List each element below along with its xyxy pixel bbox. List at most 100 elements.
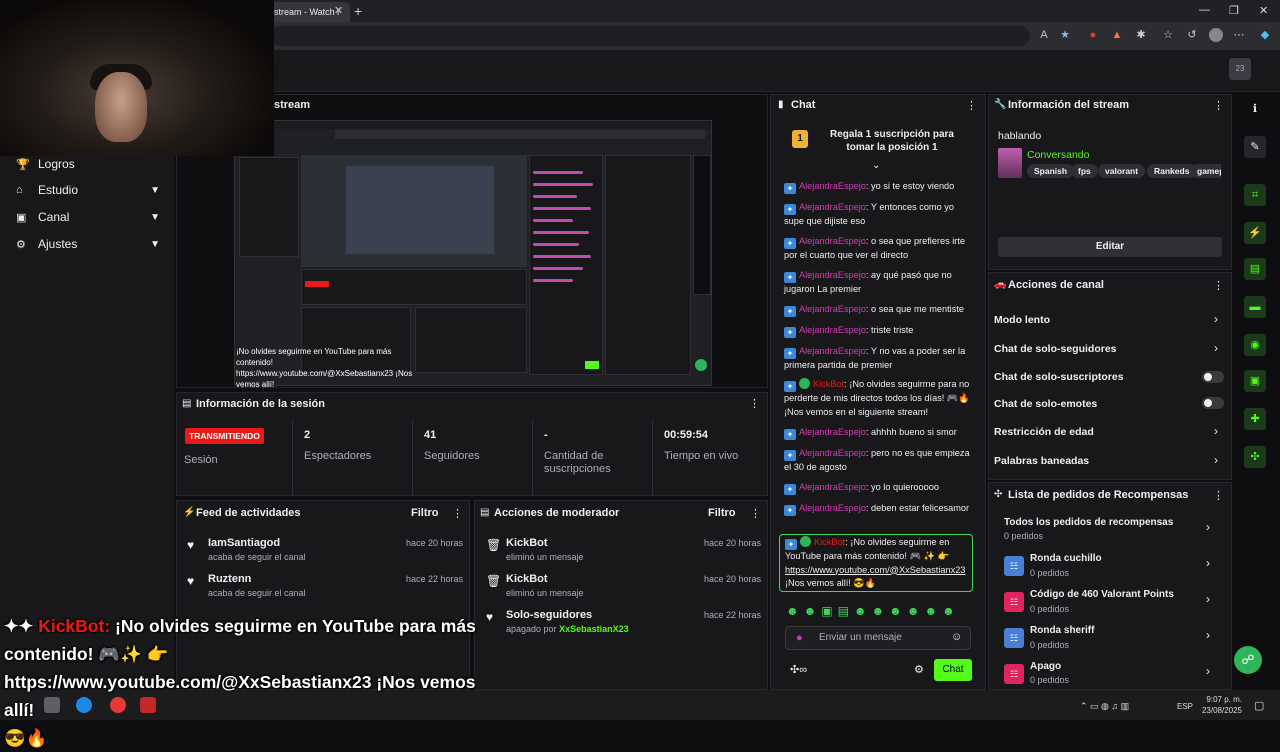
rewards-icon[interactable]: ✣ bbox=[1244, 446, 1266, 468]
app-icon[interactable] bbox=[140, 697, 156, 713]
lightning-icon[interactable]: ⚡ bbox=[1244, 222, 1266, 244]
mod-item-name[interactable]: KickBot bbox=[506, 573, 548, 585]
chevron-right-icon[interactable]: › bbox=[1206, 628, 1210, 642]
chevron-right-icon[interactable]: › bbox=[1214, 424, 1218, 438]
history-icon[interactable]: ↺ bbox=[1185, 28, 1199, 42]
subscriptions-label: Cantidad de suscripciones bbox=[544, 450, 611, 475]
scan-icon[interactable]: ⌗ bbox=[1244, 184, 1266, 206]
mod-item-name[interactable]: Solo-seguidores bbox=[506, 609, 592, 621]
copilot-icon[interactable]: ◆ bbox=[1258, 28, 1272, 42]
favorites-icon[interactable]: ☆ bbox=[1161, 28, 1175, 42]
reward-title[interactable]: Ronda cuchillo bbox=[1030, 553, 1102, 564]
age-restriction-row[interactable]: Restricción de edad bbox=[994, 426, 1094, 438]
wrench-icon[interactable]: ✚ bbox=[1244, 408, 1266, 430]
reward-title[interactable]: Ronda sheriff bbox=[1030, 625, 1094, 636]
chevron-down-icon: ▼ bbox=[150, 238, 160, 250]
minimize-icon[interactable]: — bbox=[1199, 4, 1210, 16]
reward-all-title[interactable]: Todos los pedidos de recompensas bbox=[1004, 517, 1173, 528]
heart-icon: ♥ bbox=[187, 574, 195, 588]
video-rail bbox=[693, 155, 711, 295]
more-options-icon[interactable]: ⋮ bbox=[1213, 489, 1224, 502]
read-aloud-icon[interactable]: A bbox=[1037, 28, 1051, 42]
pen-icon[interactable]: ✎ bbox=[1244, 136, 1266, 158]
more-options-icon[interactable]: ⋮ bbox=[1213, 279, 1224, 292]
app-icon[interactable] bbox=[110, 697, 126, 713]
emotes-only-row: Chat de solo-emotes bbox=[994, 398, 1098, 410]
more-options-icon[interactable]: ⋮ bbox=[1213, 99, 1224, 112]
help-bubble-icon[interactable]: ☍ bbox=[1234, 646, 1262, 674]
extension-icon[interactable]: ● bbox=[1086, 28, 1100, 42]
chat-message: ✦ AlejandraEspejo: ay qué pasó que no jug… bbox=[784, 270, 952, 294]
banned-words-row[interactable]: Palabras baneadas bbox=[994, 455, 1089, 467]
close-window-icon[interactable]: ✕ bbox=[1259, 4, 1268, 17]
reward-title[interactable]: Apago bbox=[1030, 661, 1061, 672]
microphone-icon[interactable]: ● bbox=[796, 632, 803, 644]
chat-icon[interactable]: ▬ bbox=[1244, 296, 1266, 318]
sub-goal-text[interactable]: Regala 1 suscripción para tomar la posic… bbox=[816, 128, 968, 154]
chevron-right-icon[interactable]: › bbox=[1206, 592, 1210, 606]
clock[interactable]: 9:07 p. m. 23/08/2025 bbox=[1200, 694, 1242, 716]
more-options-icon[interactable]: ⋮ bbox=[750, 507, 761, 520]
menu-dots-icon[interactable]: ⋯ bbox=[1232, 28, 1246, 42]
car-icon[interactable]: ▣ bbox=[1244, 370, 1266, 392]
notifications-icon[interactable]: ▢ bbox=[1254, 699, 1264, 712]
maximize-icon[interactable]: ❐ bbox=[1229, 4, 1239, 17]
feed-item-name[interactable]: Ruztenn bbox=[208, 573, 251, 585]
tray-icons[interactable]: ⌃ ▭ ◍ ♫ ▥ bbox=[1080, 701, 1129, 712]
edit-stream-button[interactable]: Editar bbox=[998, 237, 1222, 257]
extension-icon[interactable]: ▲ bbox=[1110, 28, 1124, 42]
chevron-right-icon[interactable]: › bbox=[1214, 341, 1218, 355]
slow-mode-row[interactable]: Modo lento bbox=[994, 314, 1050, 326]
sidebar-item-ajustes[interactable]: ⚙ Ajustes ▼ bbox=[16, 234, 166, 254]
document-icon[interactable]: ▤ bbox=[1244, 258, 1266, 280]
more-options-icon[interactable]: ⋮ bbox=[452, 507, 463, 520]
activity-filter-button[interactable]: Filtro bbox=[411, 507, 439, 519]
chat-tools-icon[interactable]: ✣∞ bbox=[790, 663, 807, 676]
favorite-star-icon[interactable]: ★ bbox=[1058, 28, 1072, 42]
wrench-icon: 🔧 bbox=[994, 99, 1007, 110]
video-session-info bbox=[301, 269, 527, 305]
info-icon[interactable]: ℹ bbox=[1244, 98, 1266, 120]
emote-bar[interactable]: ☻☻▣▤☻☻☻☻☻☻ bbox=[786, 604, 960, 618]
mod-item-user[interactable]: XxSebastianX23 bbox=[559, 624, 629, 634]
chevron-right-icon[interactable]: › bbox=[1206, 556, 1210, 570]
more-options-icon[interactable]: ⋮ bbox=[749, 397, 760, 410]
pinned-link[interactable]: https://www.youtube.com/@XxSebastianx23 bbox=[785, 565, 965, 575]
emoji-icon[interactable]: ☺ bbox=[951, 631, 962, 643]
address-bar[interactable] bbox=[270, 26, 1030, 46]
sidebar-item-canal[interactable]: ▣ Canal ▼ bbox=[16, 207, 166, 227]
user-avatar[interactable]: 23 bbox=[1229, 58, 1251, 80]
chat-message: ✦ AlejandraEspejo: pero no es que empieza… bbox=[784, 448, 970, 472]
chevron-right-icon[interactable]: › bbox=[1214, 453, 1218, 467]
file-explorer-icon[interactable] bbox=[44, 697, 60, 713]
close-tab-icon[interactable]: ✕ bbox=[334, 4, 343, 17]
reward-title[interactable]: Código de 460 Valorant Points bbox=[1030, 589, 1174, 600]
subs-only-toggle[interactable] bbox=[1202, 371, 1224, 383]
collapse-icon[interactable]: ⌄ bbox=[872, 160, 880, 171]
sidebar-item-estudio[interactable]: ⌂ Estudio ▼ bbox=[16, 180, 166, 200]
chevron-right-icon[interactable]: › bbox=[1206, 520, 1210, 534]
extensions-icon[interactable]: ✱ bbox=[1134, 28, 1148, 42]
followers-only-row[interactable]: Chat de solo-seguidores bbox=[994, 343, 1117, 355]
new-tab-icon[interactable]: + bbox=[354, 3, 362, 19]
edge-icon[interactable] bbox=[76, 697, 92, 713]
send-chat-button[interactable]: Chat bbox=[934, 659, 972, 681]
category-name[interactable]: Conversando bbox=[1027, 149, 1089, 161]
language-indicator[interactable]: ESP bbox=[1177, 702, 1193, 711]
broadcast-icon[interactable]: ◉ bbox=[1244, 334, 1266, 356]
mod-item-sub: eliminó un mensaje bbox=[506, 588, 584, 598]
more-options-icon[interactable]: ⋮ bbox=[966, 99, 977, 112]
tag-chip: gameplay bbox=[1190, 164, 1221, 178]
feed-item-name[interactable]: IamSantiagod bbox=[208, 537, 280, 549]
profile-avatar-icon[interactable] bbox=[1209, 28, 1223, 42]
video-chat-line bbox=[533, 183, 593, 186]
mod-item-name[interactable]: KickBot bbox=[506, 537, 548, 549]
chat-message: ✦ AlejandraEspejo: triste triste bbox=[784, 324, 976, 338]
feed-item-sub: acaba de seguir el canal bbox=[208, 552, 306, 562]
emotes-only-toggle[interactable] bbox=[1202, 397, 1224, 409]
gear-icon[interactable]: ⚙ bbox=[914, 663, 924, 676]
chevron-right-icon[interactable]: › bbox=[1214, 312, 1218, 326]
chevron-right-icon[interactable]: › bbox=[1206, 664, 1210, 678]
sidebar-item-logros[interactable]: 🏆 Logros bbox=[16, 154, 166, 174]
mod-filter-button[interactable]: Filtro bbox=[708, 507, 736, 519]
